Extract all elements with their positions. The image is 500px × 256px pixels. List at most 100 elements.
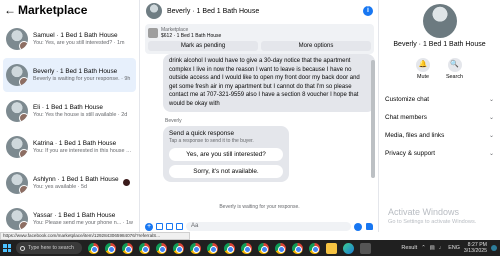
image-icon[interactable] — [156, 223, 163, 230]
search-label: Search — [445, 74, 464, 80]
chrome-icon[interactable] — [224, 242, 235, 254]
listing-thumbnail — [6, 28, 28, 50]
conversation-item[interactable]: Eli · 1 Bed 1 Bath House You: Yes the ho… — [3, 94, 136, 128]
mute-action[interactable]: 🔔 Mute — [415, 58, 430, 80]
chrome-icon[interactable] — [275, 242, 286, 254]
sender-label: Beverly — [165, 117, 182, 124]
chrome-icon[interactable] — [156, 242, 167, 254]
listing-thumbnail — [6, 100, 28, 122]
conversation-item[interactable]: Ashlynn · 1 Bed 1 Bath House You: yes av… — [3, 166, 136, 200]
thumbs-up-icon[interactable] — [365, 222, 374, 231]
conversation-name: Samuel · 1 Bed 1 Bath House — [33, 32, 118, 39]
chrome-icon[interactable] — [122, 242, 133, 254]
message-input[interactable]: Aa — [186, 222, 351, 231]
conversation-item-active[interactable]: Beverly · 1 Bed 1 Bath House Beverly is … — [3, 58, 136, 92]
listing-thumbnail — [148, 28, 158, 38]
conversation-snippet: You: Yes the house is still available · … — [33, 112, 128, 118]
chevron-down-icon: ⌄ — [488, 114, 494, 121]
chat-scrollbar[interactable] — [371, 60, 375, 178]
incoming-message: drink alcohol I would have to give a 30-… — [163, 54, 375, 112]
listing-thumbnail — [6, 208, 28, 230]
watermark-title: Activate Windows — [388, 207, 460, 217]
chrome-icon[interactable] — [207, 242, 218, 254]
chrome-icon[interactable] — [139, 242, 150, 254]
chat-title[interactable]: Beverly · 1 Bed 1 Bath House — [167, 8, 259, 15]
quick-response-subtitle: Tap a response to send it to the buyer. — [169, 137, 254, 144]
details-panel: Beverly · 1 Bed 1 Bath House 🔔 Mute 🔍 Se… — [378, 0, 500, 232]
back-arrow-icon[interactable]: ← — [4, 3, 18, 17]
conversation-name: Beverly · 1 Bed 1 Bath House — [33, 68, 118, 75]
conversation-name: Ashlynn · 1 Bed 1 Bath House — [33, 176, 119, 183]
plus-icon[interactable]: + — [145, 222, 153, 231]
chrome-icon[interactable] — [292, 242, 303, 254]
message-list: drink alcohol I would have to give a 30-… — [141, 54, 378, 194]
start-button[interactable] — [0, 240, 14, 256]
profile-actions: 🔔 Mute 🔍 Search — [379, 58, 500, 80]
waiting-status: Beverly is waiting for your response. — [219, 204, 300, 210]
chat-header: Beverly · 1 Bed 1 Bath House i — [141, 0, 378, 22]
chevron-down-icon: ⌄ — [488, 132, 494, 139]
activate-windows-watermark: Activate Windows Go to Settings to activ… — [388, 207, 476, 227]
buyer-avatar — [19, 149, 28, 158]
clock-date: 3/13/2025 — [463, 248, 487, 254]
chrome-icon[interactable] — [258, 242, 269, 254]
profile-name: Beverly · 1 Bed 1 Bath House — [393, 41, 486, 48]
chrome-icon[interactable] — [309, 242, 320, 254]
profile-avatar[interactable] — [422, 4, 457, 38]
chat-avatar[interactable] — [146, 3, 162, 19]
edge-icon[interactable] — [343, 242, 354, 254]
clock[interactable]: 8:27 PM 3/13/2025 — [464, 242, 487, 254]
conversation-name: Eli · 1 Bed 1 Bath House — [33, 104, 103, 111]
buyer-avatar — [19, 185, 28, 194]
conversation-snippet: You: Please send me your phone n... · 1w — [33, 220, 133, 226]
chrome-icon[interactable] — [105, 242, 116, 254]
gif-icon[interactable] — [176, 223, 183, 230]
section-label: Chat members — [385, 113, 427, 121]
search-action[interactable]: 🔍 Search — [446, 58, 463, 80]
info-icon[interactable]: i — [363, 6, 373, 16]
mark-as-pending-button[interactable]: Mark as pending — [148, 41, 258, 51]
file-explorer-icon[interactable] — [326, 242, 337, 254]
tray-chevron-icon[interactable]: ⌃ — [421, 245, 426, 251]
customize-chat-item[interactable]: Customize chat ⌄ — [379, 90, 500, 108]
buyer-avatar — [19, 221, 28, 230]
chrome-icon[interactable] — [190, 242, 201, 254]
mute-label: Mute — [416, 74, 429, 80]
privacy-support-item[interactable]: Privacy & support ⌄ — [379, 144, 500, 162]
chat-members-item[interactable]: Chat members ⌄ — [379, 108, 500, 126]
store-icon[interactable] — [360, 242, 371, 254]
conversation-name: Katrina · 1 Bed 1 Bath House — [33, 140, 117, 147]
conversation-item[interactable]: Samuel · 1 Bed 1 Bath House You: Yes, ar… — [3, 22, 136, 56]
windows-icon — [3, 244, 11, 252]
search-icon — [20, 245, 25, 251]
quick-response-button[interactable]: Yes, are you still interested? — [169, 147, 283, 161]
listing-detail[interactable]: $612 · 1 Bed 1 Bath House — [161, 33, 221, 39]
chrome-icon[interactable] — [88, 242, 99, 254]
taskbar-search[interactable]: Type here to search — [16, 242, 82, 254]
listing-thumbnail — [6, 172, 28, 194]
chrome-icon[interactable] — [241, 242, 252, 254]
chrome-icon[interactable] — [173, 242, 184, 254]
more-options-button[interactable]: More options — [261, 41, 371, 51]
listing-thumbnail — [6, 136, 28, 158]
network-icon[interactable]: ▤ — [430, 245, 435, 251]
sticker-icon[interactable] — [166, 223, 173, 230]
emoji-icon[interactable] — [354, 222, 362, 231]
media-files-links-item[interactable]: Media, files and links ⌄ — [379, 126, 500, 144]
section-label: Privacy & support — [385, 149, 436, 157]
search-icon: 🔍 — [447, 58, 462, 72]
volume-icon[interactable]: ♩ — [439, 245, 444, 251]
language-indicator[interactable]: ENG — [448, 245, 460, 251]
conversation-item[interactable]: Yassar · 1 Bed 1 Bath House You: Please … — [3, 202, 136, 236]
notification-icon[interactable] — [491, 245, 497, 251]
buyer-avatar — [19, 41, 28, 50]
conversation-item[interactable]: Katrina · 1 Bed 1 Bath House You: If you… — [3, 130, 136, 164]
result-label[interactable]: Result — [401, 245, 417, 251]
quick-response-title: Send a quick response — [169, 129, 235, 137]
quick-response-button[interactable]: Sorry, it's not available. — [169, 164, 283, 178]
quick-response-card: Send a quick response Tap a response to … — [163, 125, 289, 182]
conversation-snippet: Beverly is waiting for your response. · … — [33, 76, 131, 82]
conversation-snippet: You: yes available · 5d — [33, 184, 88, 190]
sidebar-header: ← Marketplace — [0, 0, 139, 20]
section-label: Media, files and links — [385, 131, 445, 139]
